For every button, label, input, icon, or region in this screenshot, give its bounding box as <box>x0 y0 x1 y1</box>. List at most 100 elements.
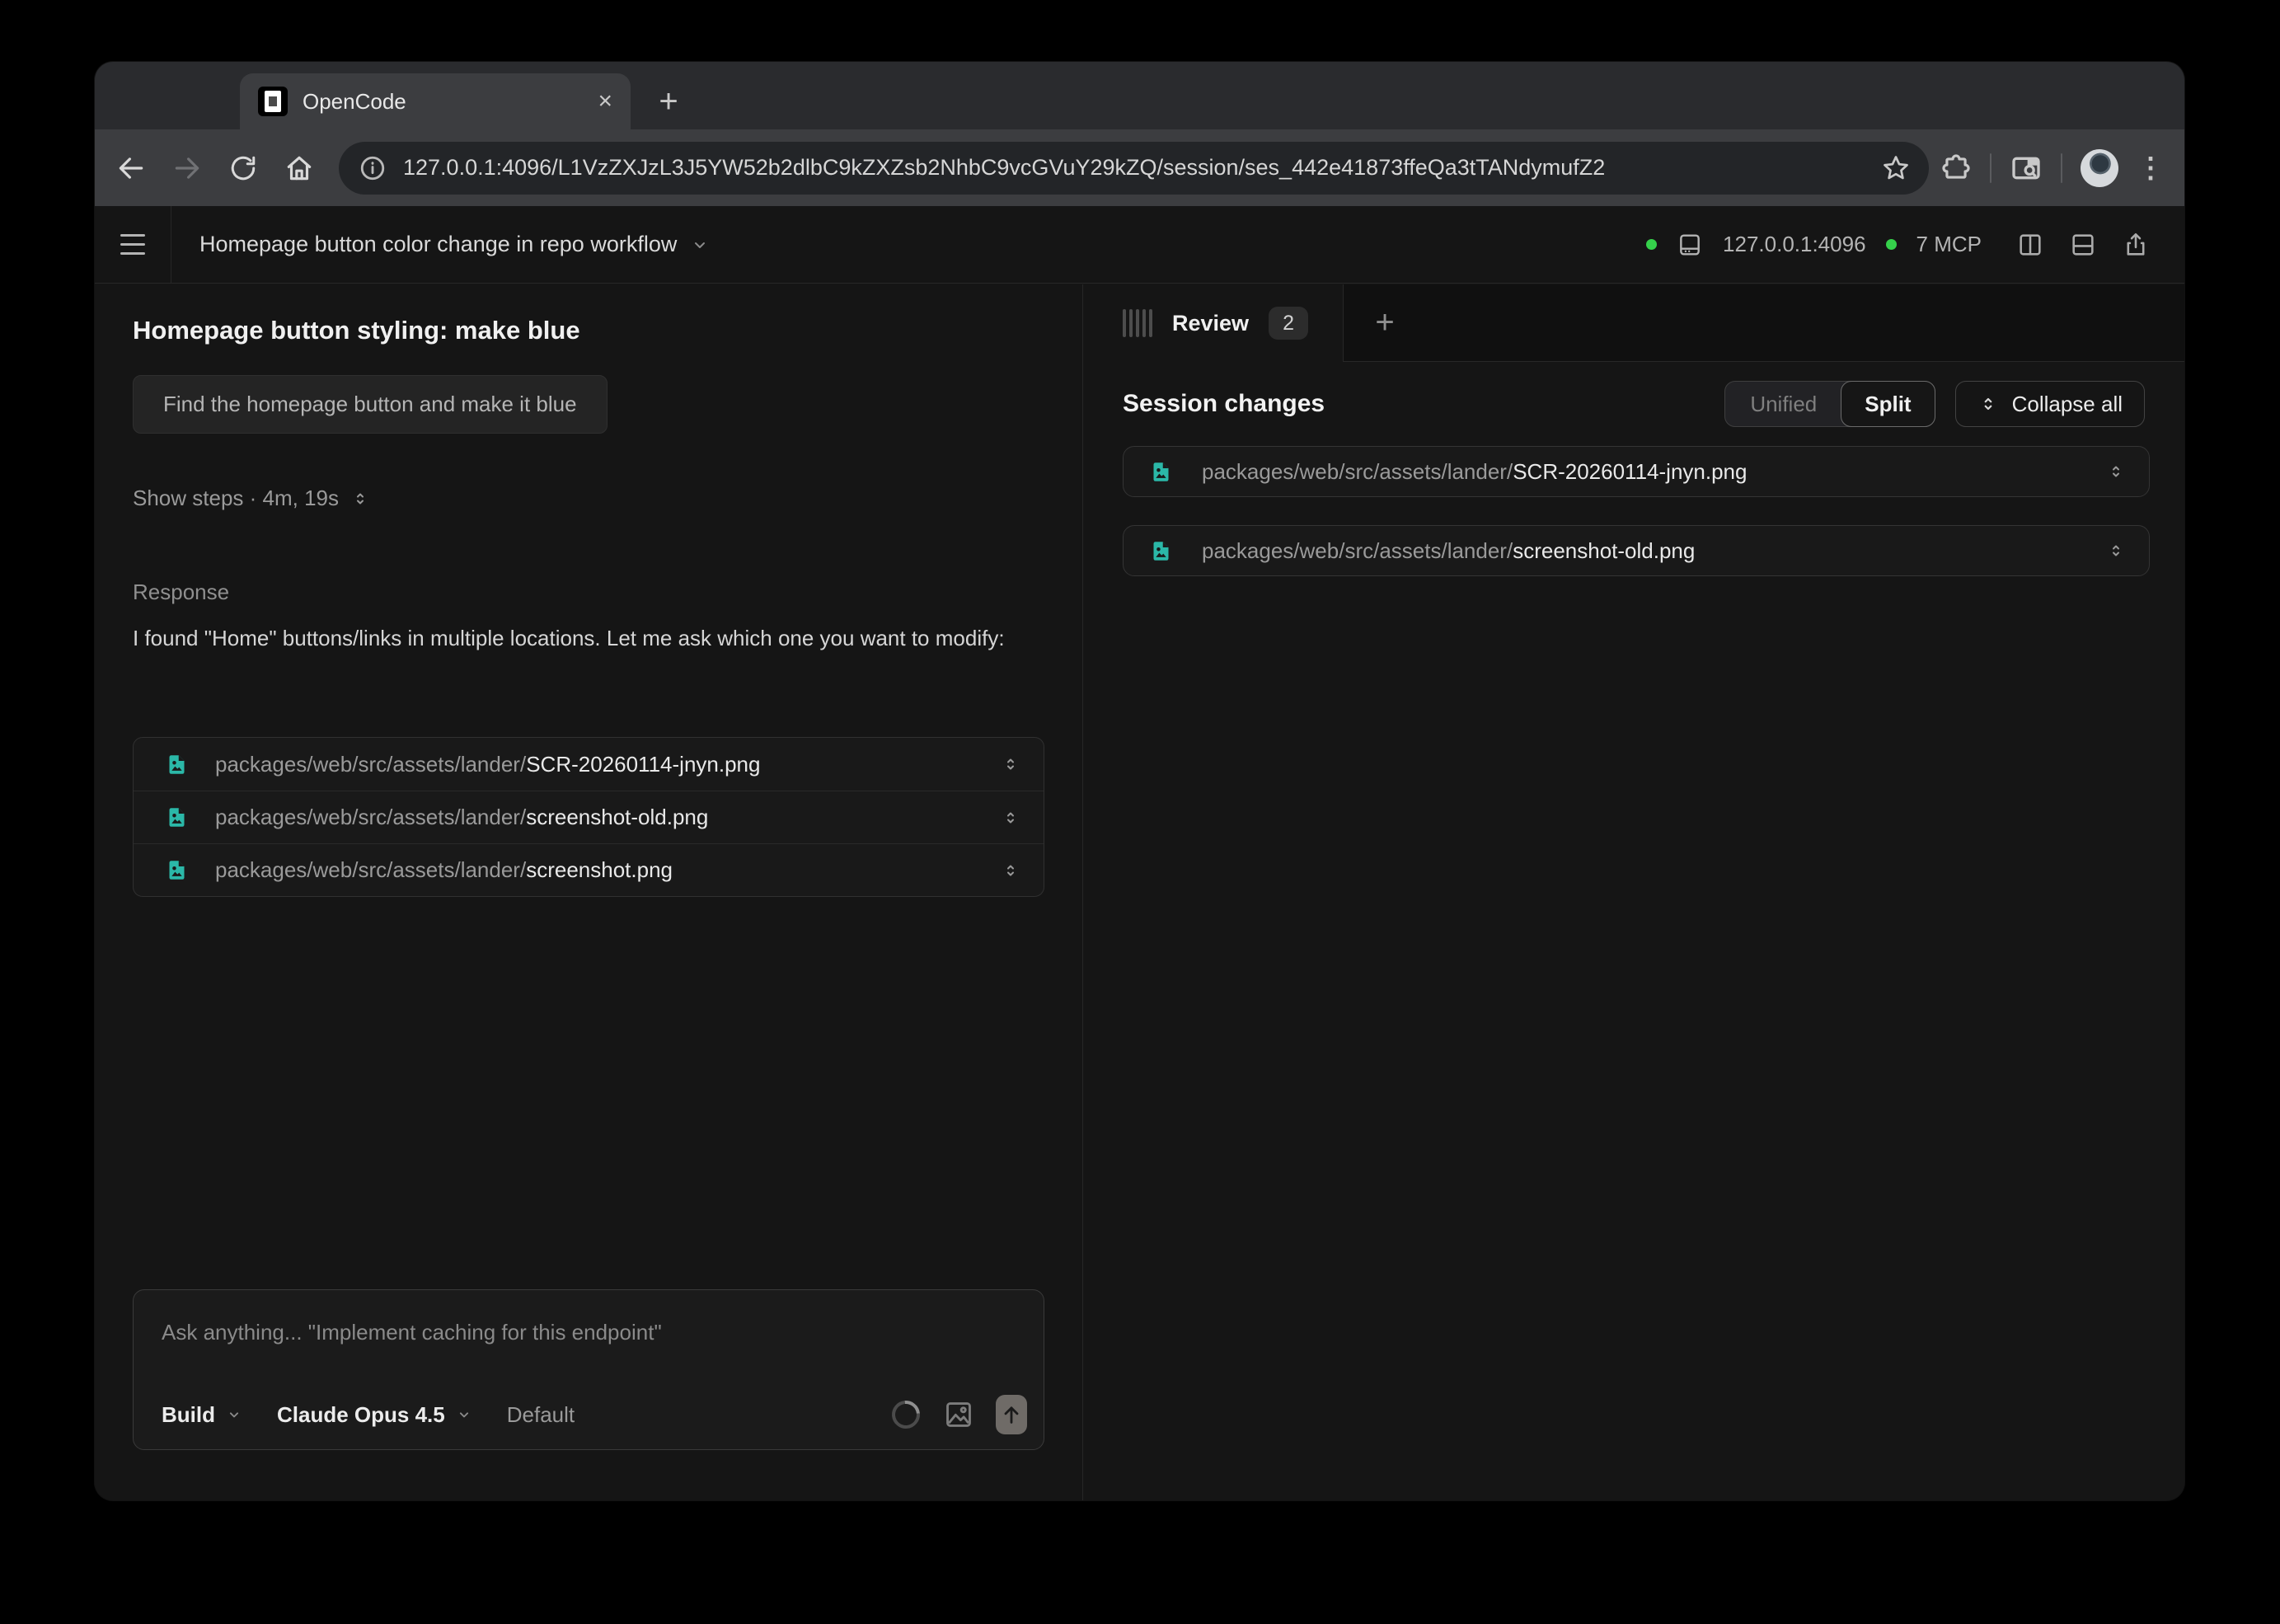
file-path: packages/web/src/assets/lander/screensho… <box>1202 538 1695 564</box>
browser-tab[interactable]: OpenCode × <box>240 73 631 129</box>
forward-icon[interactable] <box>166 147 209 190</box>
progress-spinner-icon <box>886 1395 926 1434</box>
profile-avatar[interactable] <box>2081 149 2118 187</box>
opencode-favicon-icon <box>258 87 288 116</box>
app-header: Homepage button color change in repo wor… <box>95 206 2184 284</box>
browser-menu-icon[interactable]: ⋮ <box>2137 154 2165 182</box>
show-steps-toggle[interactable]: Show steps · 4m, 19s <box>133 486 370 511</box>
server-status-dot <box>1646 239 1657 250</box>
server-icon <box>1677 232 1703 258</box>
header-status-cluster: 127.0.0.1:4096 7 MCP <box>1646 231 2150 259</box>
image-file-icon <box>1150 461 1172 483</box>
url-text: 127.0.0.1:4096/L1VzZXJzL3J5YW52b2dlbC9kZ… <box>403 155 1881 181</box>
tab-review[interactable]: Review 2 <box>1083 284 1344 362</box>
toolbar-right-cluster: ⋮ <box>1940 149 2165 187</box>
collapse-all-button[interactable]: Collapse all <box>1955 381 2145 427</box>
composer-input[interactable]: Ask anything... "Implement caching for t… <box>162 1320 662 1345</box>
composer[interactable]: Ask anything... "Implement caching for t… <box>133 1289 1044 1450</box>
bookmark-star-icon[interactable] <box>1881 153 1911 183</box>
file-options-list: packages/web/src/assets/lander/SCR-20260… <box>133 737 1044 897</box>
session-title-dropdown[interactable]: Homepage button color change in repo wor… <box>199 232 710 257</box>
share-icon[interactable] <box>2122 231 2150 259</box>
main-split: Homepage button styling: make blue Find … <box>95 284 2184 1500</box>
site-info-icon[interactable] <box>359 154 387 182</box>
mode-label: Build <box>162 1402 215 1428</box>
file-path: packages/web/src/assets/lander/screensho… <box>215 805 708 830</box>
session-title: Homepage button color change in repo wor… <box>199 232 677 257</box>
new-tab-button[interactable]: + <box>649 82 688 121</box>
file-row[interactable]: packages/web/src/assets/lander/screensho… <box>134 791 1044 843</box>
changed-file-row[interactable]: packages/web/src/assets/lander/SCR-20260… <box>1123 446 2150 497</box>
drag-grip-icon[interactable] <box>1123 309 1152 337</box>
session-changes-header: Session changes Unified Split Collapse a… <box>1123 381 2145 427</box>
tab-strip-background: + <box>1344 284 2184 362</box>
changed-file-row[interactable]: packages/web/src/assets/lander/screensho… <box>1123 525 2150 576</box>
sidebar-toggle-button[interactable] <box>95 206 171 283</box>
attach-image-button[interactable] <box>943 1399 974 1430</box>
file-path: packages/web/src/assets/lander/screensho… <box>215 857 673 883</box>
user-prompt-message: Find the homepage button and make it blu… <box>133 375 608 434</box>
collapse-all-label: Collapse all <box>2012 392 2123 417</box>
send-button[interactable] <box>996 1395 1027 1434</box>
back-icon[interactable] <box>110 147 152 190</box>
view-mode-segmented-control: Unified Split <box>1724 381 1935 427</box>
desktop-background: OpenCode × + 127.0.0.1:4096 <box>0 0 2280 1624</box>
hamburger-icon <box>120 234 145 255</box>
reload-icon[interactable] <box>222 147 265 190</box>
file-path: packages/web/src/assets/lander/SCR-20260… <box>215 752 760 777</box>
image-file-icon <box>166 806 188 828</box>
file-row[interactable]: packages/web/src/assets/lander/SCR-20260… <box>134 738 1044 791</box>
session-changes-title: Session changes <box>1123 390 1325 418</box>
preset-selector[interactable]: Default <box>507 1402 575 1428</box>
address-bar[interactable]: 127.0.0.1:4096/L1VzZXJzL3J5YW52b2dlbC9kZ… <box>339 142 1929 195</box>
unfold-more-icon[interactable] <box>1001 754 1020 774</box>
conversation-title: Homepage button styling: make blue <box>133 316 580 345</box>
file-path: packages/web/src/assets/lander/SCR-20260… <box>1202 459 1747 485</box>
tab-search-icon[interactable] <box>2010 152 2043 185</box>
unfold-more-icon <box>1977 393 1999 415</box>
image-file-icon <box>166 753 188 776</box>
response-text: I found "Home" buttons/links in multiple… <box>133 617 1068 659</box>
chevron-down-icon <box>226 1406 242 1423</box>
chat-panel: Homepage button styling: make blue Find … <box>95 284 1083 1500</box>
unified-view-button[interactable]: Unified <box>1725 382 1841 426</box>
layout-actions <box>2016 231 2150 259</box>
arrow-up-icon <box>1000 1402 1023 1427</box>
image-file-icon <box>1150 540 1172 562</box>
review-tab-strip: Review 2 + <box>1083 284 2184 362</box>
split-horizontal-icon[interactable] <box>2069 231 2097 259</box>
mode-dropdown[interactable]: Build <box>162 1402 242 1428</box>
unfold-more-icon[interactable] <box>2106 462 2126 481</box>
home-icon[interactable] <box>278 147 321 190</box>
unfold-more-icon[interactable] <box>2106 541 2126 561</box>
chevron-down-icon <box>456 1406 472 1423</box>
review-panel: Review 2 + Session changes Unified Spl <box>1083 284 2184 1500</box>
mcp-status-dot <box>1886 239 1897 250</box>
review-tab-label: Review <box>1172 311 1249 336</box>
toolbar-separator <box>2061 153 2062 183</box>
browser-tab-strip: OpenCode × + <box>95 62 2184 129</box>
image-icon <box>943 1399 974 1430</box>
add-tab-button[interactable]: + <box>1365 303 1405 343</box>
split-vertical-icon[interactable] <box>2016 231 2044 259</box>
composer-toolbar: Build Claude Opus 4.5 Default <box>162 1395 1027 1434</box>
tab-close-icon[interactable]: × <box>598 89 612 114</box>
unfold-more-icon[interactable] <box>1001 808 1020 828</box>
unfold-more-icon[interactable] <box>1001 861 1020 880</box>
mcp-count[interactable]: 7 MCP <box>1916 232 1982 257</box>
show-steps-label: Show steps · 4m, 19s <box>133 486 339 511</box>
tab-title: OpenCode <box>303 89 583 115</box>
chevron-down-icon <box>690 235 710 255</box>
opencode-app: Homepage button color change in repo wor… <box>95 206 2184 1500</box>
model-dropdown[interactable]: Claude Opus 4.5 <box>277 1402 472 1428</box>
file-row[interactable]: packages/web/src/assets/lander/screensho… <box>134 843 1044 896</box>
browser-window: OpenCode × + 127.0.0.1:4096 <box>95 62 2184 1500</box>
image-file-icon <box>166 859 188 881</box>
server-host[interactable]: 127.0.0.1:4096 <box>1723 232 1866 257</box>
unfold-more-icon <box>350 489 370 509</box>
split-view-button[interactable]: Split <box>1841 381 1935 427</box>
review-count-badge: 2 <box>1269 307 1308 340</box>
toolbar-separator <box>1990 153 1991 183</box>
extensions-icon[interactable] <box>1940 153 1972 184</box>
preset-label: Default <box>507 1402 575 1428</box>
